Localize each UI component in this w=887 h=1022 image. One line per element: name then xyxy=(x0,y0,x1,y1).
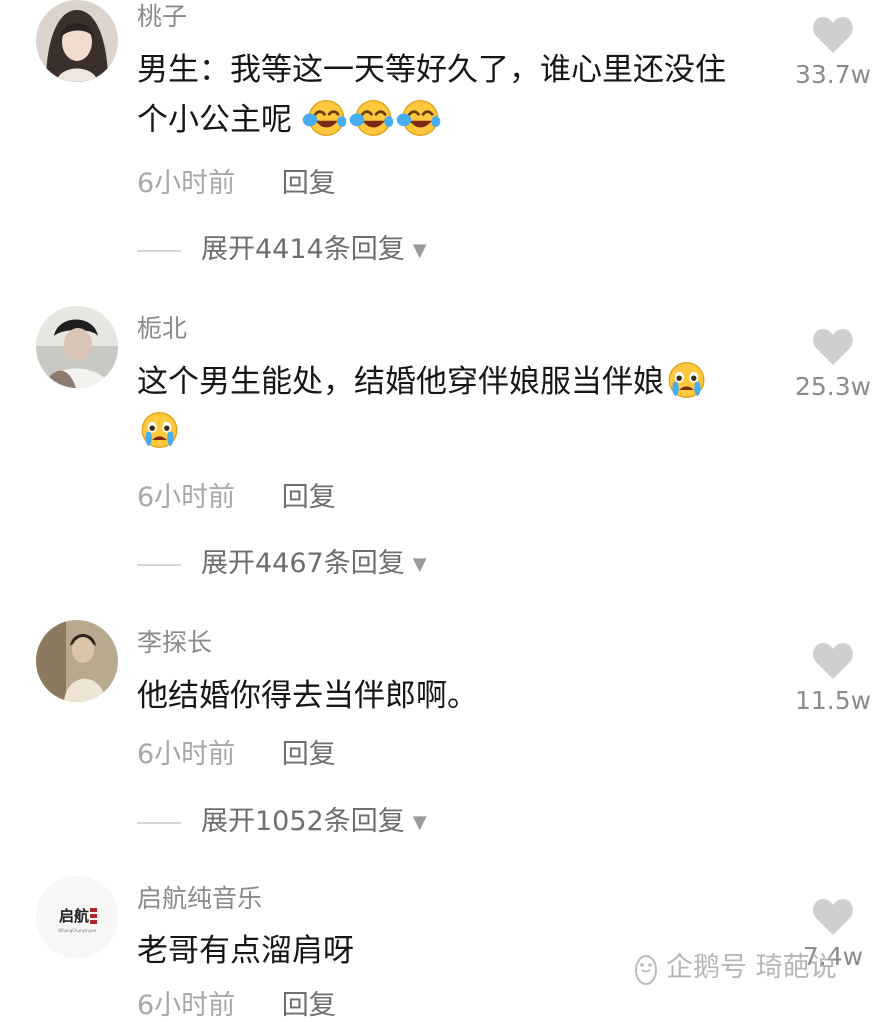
reply-button[interactable]: 回复 xyxy=(282,168,336,199)
timestamp: 6小时前 xyxy=(137,739,236,770)
comment-meta: 6小时前 回复 xyxy=(137,168,336,200)
expand-replies-button[interactable]: 展开1052条回复 ▼ xyxy=(137,806,427,838)
caret-down-icon: ▼ xyxy=(412,554,427,575)
heart-icon xyxy=(813,17,853,53)
comment-text: 男生：我等这一天等好久了，谁心里还没住 个小公主呢 xyxy=(137,52,726,138)
comment-text: 他结婚你得去当伴郎啊。 xyxy=(137,678,478,714)
comment-text: 这个男生能处，结婚他穿伴娘服当伴娘 xyxy=(137,357,777,457)
laughing-crying-emoji-icon xyxy=(349,100,394,136)
expand-replies-button[interactable]: 展开4414条回复 ▼ xyxy=(137,234,427,266)
reply-button[interactable]: 回复 xyxy=(282,990,336,1021)
caret-down-icon: ▼ xyxy=(412,240,427,261)
penguin-icon xyxy=(635,954,657,985)
expand-replies-label: 展开1052条回复 xyxy=(201,806,405,837)
reply-button[interactable]: 回复 xyxy=(282,739,336,770)
reply-button[interactable]: 回复 xyxy=(282,482,336,513)
heart-icon xyxy=(813,329,853,365)
divider-line xyxy=(137,249,181,252)
svg-text:启航: 启航 xyxy=(59,907,89,925)
svg-text:QihangChunyinyue: QihangChunyinyue xyxy=(58,928,97,933)
timestamp: 6小时前 xyxy=(137,482,236,513)
divider-line xyxy=(137,821,181,824)
heart-icon xyxy=(813,899,853,935)
brand-logo: 启航 QihangChunyinyue xyxy=(36,876,118,958)
watermark-text: 企鹅号 琦葩说 xyxy=(666,952,837,983)
username[interactable]: 李探长 xyxy=(137,628,212,658)
comment-meta: 6小时前 回复 xyxy=(137,482,336,514)
avatar[interactable] xyxy=(36,620,118,702)
username[interactable]: 启航纯音乐 xyxy=(137,884,262,914)
crying-emoji-icon xyxy=(141,412,178,448)
like-count: 33.7w xyxy=(794,60,872,89)
avatar[interactable] xyxy=(36,306,118,388)
heart-icon xyxy=(813,643,853,679)
expand-replies-label: 展开4467条回复 xyxy=(201,548,405,579)
caret-down-icon: ▼ xyxy=(412,812,427,833)
like-count: 25.3w xyxy=(794,372,872,401)
like-count: 11.5w xyxy=(794,686,872,715)
like-button[interactable]: 33.7w xyxy=(790,16,876,90)
crying-emoji-icon xyxy=(668,362,705,398)
watermark: 企鹅号 琦葩说 xyxy=(632,948,837,988)
expand-replies-button[interactable]: 展开4467条回复 ▼ xyxy=(137,548,427,580)
expand-replies-label: 展开4414条回复 xyxy=(201,234,405,265)
comment-meta: 6小时前 回复 xyxy=(137,990,336,1022)
like-button[interactable]: 11.5w xyxy=(790,642,876,716)
timestamp: 6小时前 xyxy=(137,168,236,199)
laughing-crying-emoji-icon xyxy=(302,100,347,136)
comment-meta: 6小时前 回复 xyxy=(137,739,336,771)
avatar[interactable]: 启航 QihangChunyinyue xyxy=(36,876,118,958)
like-button[interactable]: 25.3w xyxy=(790,328,876,402)
username[interactable]: 桃子 xyxy=(137,2,187,32)
username[interactable]: 栀北 xyxy=(137,314,187,344)
laughing-crying-emoji-icon xyxy=(396,100,441,136)
timestamp: 6小时前 xyxy=(137,990,236,1021)
avatar[interactable] xyxy=(36,0,118,82)
divider-line xyxy=(137,563,181,566)
